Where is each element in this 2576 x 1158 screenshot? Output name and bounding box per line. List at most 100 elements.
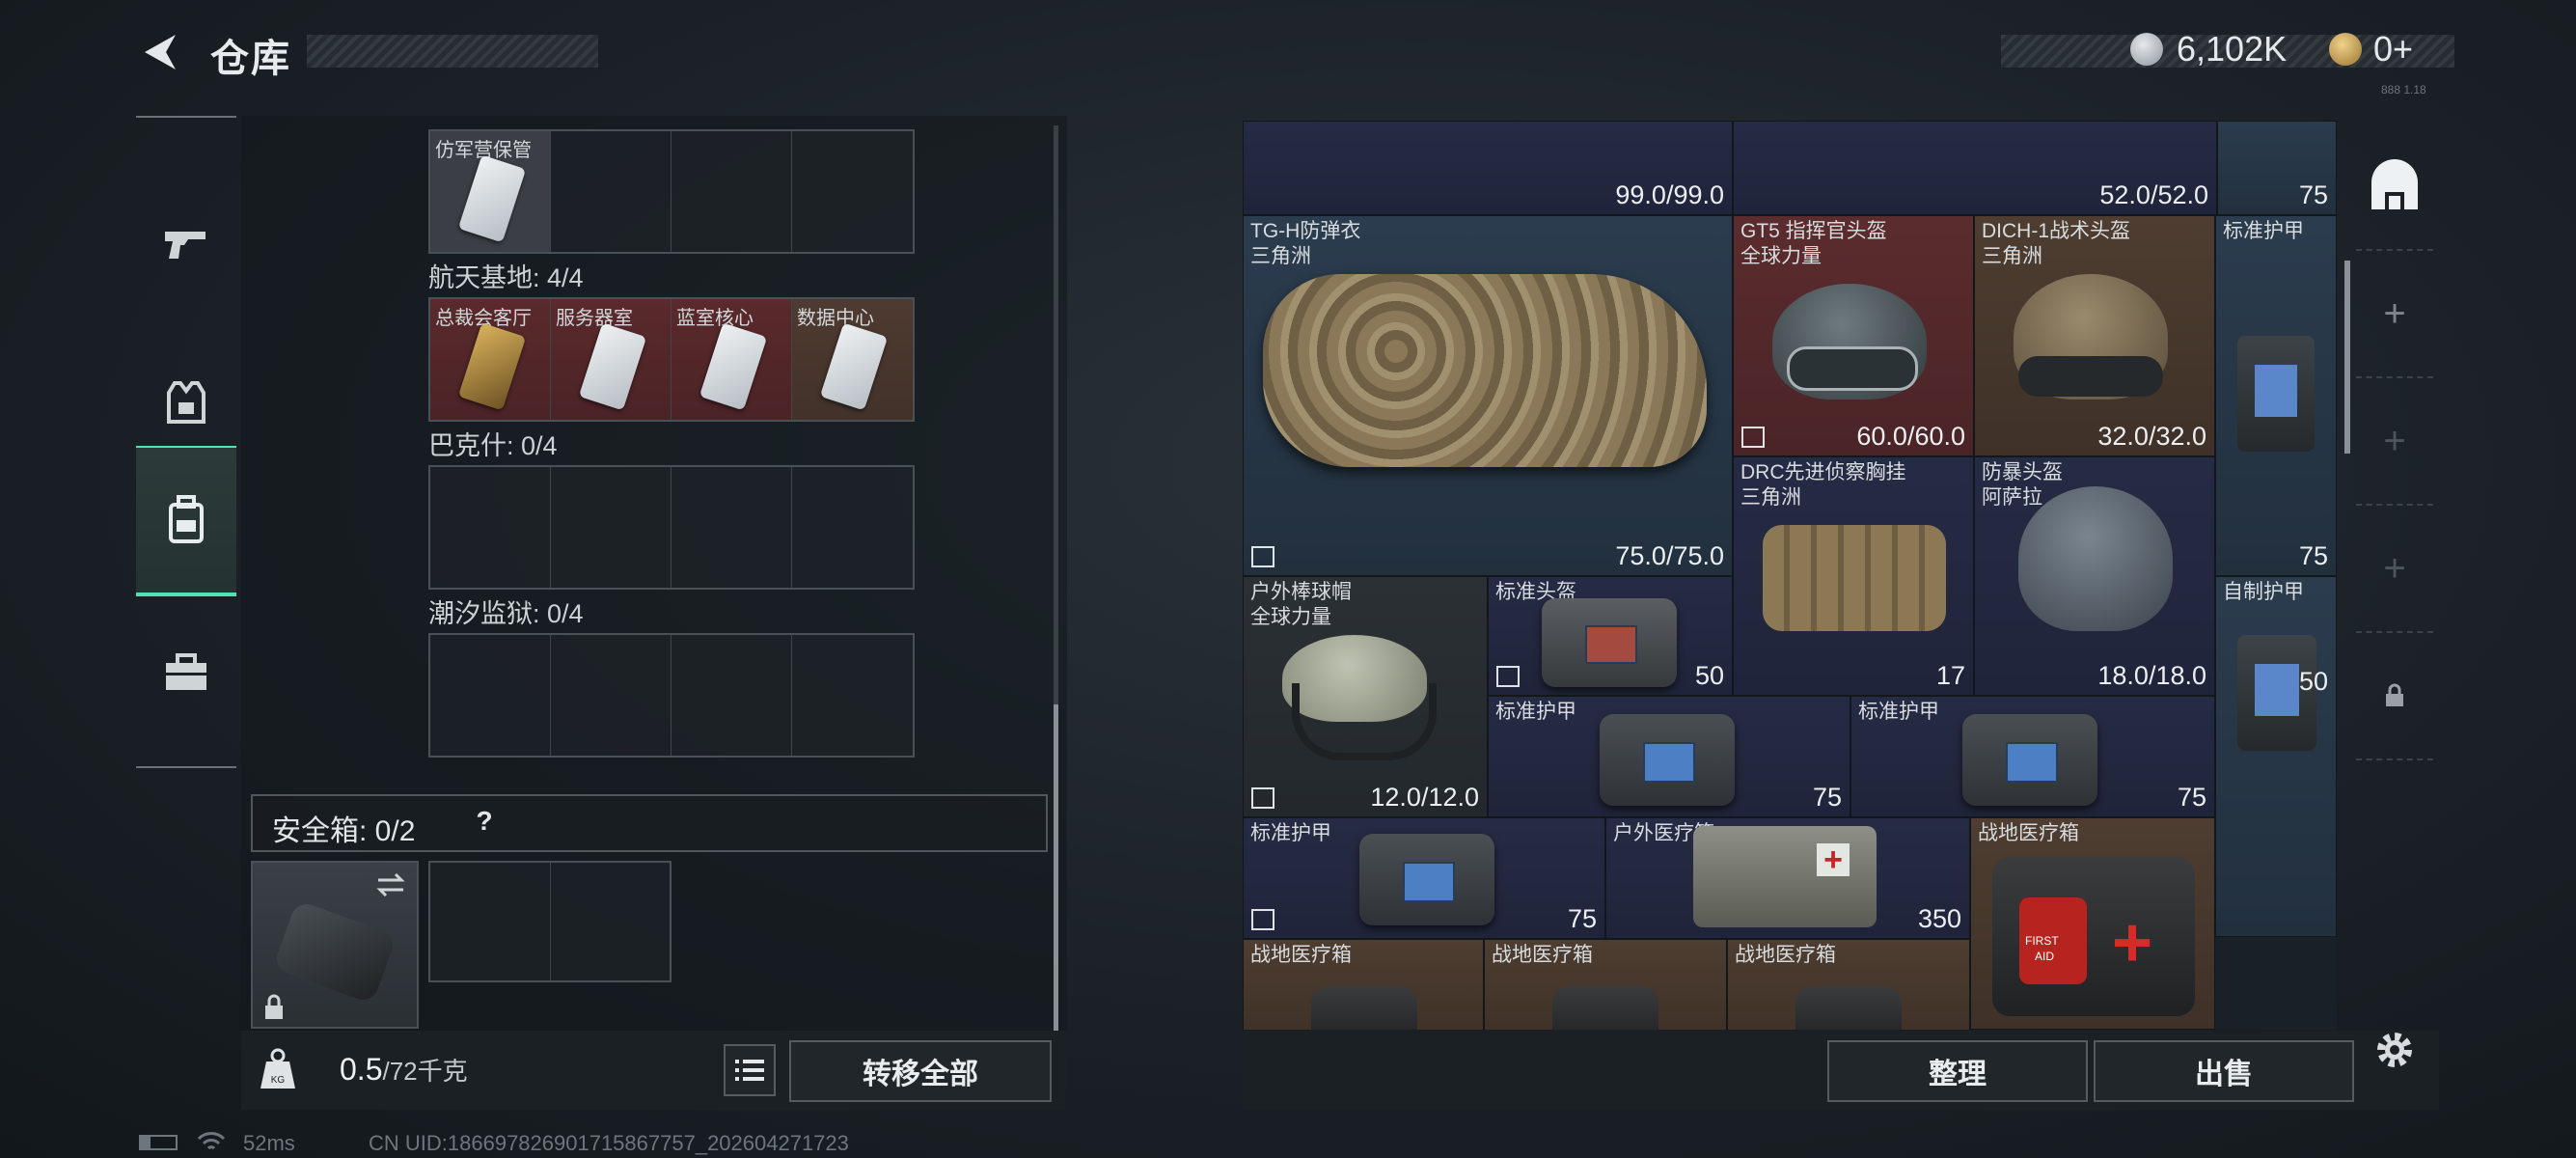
list-view-button[interactable]: [724, 1044, 776, 1096]
item-homemade-armor[interactable]: 自制护甲 50: [2215, 576, 2337, 937]
item-standard-armor[interactable]: 标准护甲 75: [1850, 696, 2215, 817]
currency-gold-amount[interactable]: 0+: [2373, 29, 2413, 69]
key-slot[interactable]: 仿军营保管: [430, 131, 551, 252]
stash-pages-nav: + + +: [2356, 124, 2433, 780]
item-field-medkit[interactable]: 战地医疗箱: [1243, 939, 1484, 1030]
help-icon[interactable]: ?: [465, 802, 504, 841]
key-slot-empty[interactable]: [792, 635, 913, 756]
durability: 75.0/75.0: [1615, 541, 1724, 570]
goggles-image: [1787, 346, 1918, 391]
key-slot-empty[interactable]: [551, 467, 671, 588]
item-name: 战地医疗箱: [1978, 822, 2079, 844]
currency-silver-amount: 6,102K: [2177, 29, 2288, 69]
first-aid-case-image: [1795, 986, 1902, 1030]
stash-page-locked[interactable]: [2356, 633, 2433, 760]
section-label: 潮汐监狱: 0/4: [428, 599, 584, 628]
sort-button[interactable]: 整理: [1827, 1040, 2088, 1102]
back-arrow-icon[interactable]: [137, 29, 183, 75]
key-slot-empty[interactable]: [430, 467, 551, 588]
durability: 18.0/18.0: [2097, 661, 2206, 690]
item-standard-armor[interactable]: 标准护甲 75: [2215, 215, 2337, 576]
capacity: 17: [1935, 661, 1965, 690]
item-outdoor-medkit[interactable]: 户外医疗箱 + 350: [1605, 817, 1970, 939]
swap-icon[interactable]: [374, 870, 407, 899]
first-aid-case-image: FIRST AID +: [1992, 857, 2195, 1016]
item-dich-helmet[interactable]: DICH-1战术头盔 三角洲 32.0/32.0: [1974, 215, 2215, 456]
key-slot[interactable]: 数据中心: [792, 299, 913, 420]
durability: 12.0/12.0: [1370, 783, 1479, 812]
gun-icon: [165, 232, 206, 259]
ping-readout: 52ms: [243, 1131, 295, 1155]
item-name: GT5 指挥官头盔 全球力量: [1740, 220, 1887, 267]
safe-box-grid[interactable]: [428, 861, 671, 982]
item-name: 标准护甲: [2223, 220, 2304, 242]
armor-case-image: [1600, 714, 1735, 806]
key-name: 服务器室: [556, 308, 633, 329]
gold-coin-icon[interactable]: [2329, 33, 2362, 66]
right-scrollbar-thumb[interactable]: [2344, 261, 2350, 454]
no-trade-icon: [1251, 787, 1274, 809]
settings-gear-icon[interactable]: [2371, 1027, 2418, 1073]
lock-icon: [2386, 683, 2403, 706]
key-slot[interactable]: 总裁会客厅: [430, 299, 551, 420]
key-name: 数据中心: [797, 308, 874, 329]
item-gt5-helmet[interactable]: GT5 指挥官头盔 全球力量 60.0/60.0: [1733, 215, 1974, 456]
armor-class: 50: [1694, 661, 1724, 690]
item-top-left[interactable]: 99.0/99.0: [1243, 121, 1733, 215]
armor-class: 75: [1812, 783, 1842, 812]
item-standard-helmet[interactable]: 标准头盔 50: [1488, 576, 1733, 696]
body-armor-image: [1263, 274, 1707, 467]
item-baseball-cap[interactable]: 户外棒球帽 全球力量 12.0/12.0: [1243, 576, 1488, 817]
key-slot-empty[interactable]: [671, 635, 792, 756]
medkit-image: [1693, 826, 1877, 927]
sell-button[interactable]: 出售: [2094, 1040, 2354, 1102]
key-slot-empty[interactable]: [792, 131, 913, 252]
stash-page-main[interactable]: [2356, 124, 2433, 251]
key-slot[interactable]: 服务器室: [551, 299, 671, 420]
nav-weapons[interactable]: [136, 171, 236, 316]
item-name: TG-H防弹衣 三角洲: [1250, 220, 1361, 267]
item-standard-armor[interactable]: 标准护甲 75: [1243, 817, 1605, 939]
version-label: 888 1.18: [2381, 83, 2426, 96]
item-name: 战地医疗箱: [1250, 944, 1352, 966]
armor-class: 75: [2298, 541, 2328, 570]
weight-capacity: /72千克: [382, 1057, 468, 1086]
key-slot-empty[interactable]: [671, 467, 792, 588]
stash-page-add[interactable]: +: [2356, 506, 2433, 633]
storage-icon: [2371, 159, 2418, 209]
key-slot-empty[interactable]: [430, 635, 551, 756]
transfer-all-button[interactable]: 转移全部: [789, 1040, 1052, 1102]
stash-page-add[interactable]: +: [2356, 251, 2433, 378]
item-top-right[interactable]: 75: [2217, 121, 2337, 215]
title-decoration: [307, 35, 598, 68]
key-slot-empty[interactable]: [792, 467, 913, 588]
key-slot-empty[interactable]: [551, 131, 671, 252]
item-drc-chest-rig[interactable]: DRC先进侦察胸挂 三角洲 17: [1733, 456, 1974, 696]
nav-supplies[interactable]: [136, 600, 236, 745]
nav-containers[interactable]: [136, 446, 236, 596]
item-field-medkit[interactable]: 战地医疗箱: [1484, 939, 1727, 1030]
durability: 52.0/52.0: [2099, 180, 2208, 209]
stash-page-add[interactable]: +: [2356, 378, 2433, 506]
svg-text:KG: KG: [271, 1075, 286, 1086]
item-riot-helmet[interactable]: 防暴头盔 阿萨拉 18.0/18.0: [1974, 456, 2215, 696]
helmet-case-image: [1542, 598, 1677, 687]
key-slot-empty[interactable]: [671, 131, 792, 252]
keycard-icon: [819, 322, 889, 411]
item-field-medkit-large[interactable]: 战地医疗箱 FIRST AID +: [1970, 817, 2215, 1030]
armor-class: 75: [2298, 180, 2328, 209]
key-slot[interactable]: 蓝室核心: [671, 299, 792, 420]
vest-icon: [167, 381, 206, 424]
item-standard-armor[interactable]: 标准护甲 75: [1488, 696, 1850, 817]
left-scrollbar-thumb[interactable]: [1054, 704, 1058, 1033]
battery-icon: [139, 1135, 178, 1150]
safe-box-slot[interactable]: [251, 861, 419, 1029]
armor-case-image: [1359, 834, 1494, 925]
key-slot-empty[interactable]: [551, 635, 671, 756]
weight-current: 0.5: [340, 1052, 383, 1087]
item-field-medkit[interactable]: 战地医疗箱: [1727, 939, 1970, 1030]
item-top-mid[interactable]: 52.0/52.0: [1733, 121, 2217, 215]
armor-class: 75: [2177, 783, 2206, 812]
item-tg-h-vest[interactable]: TG-H防弹衣 三角洲 75.0/75.0: [1243, 215, 1733, 576]
safe-box-label: 安全箱: 0/2: [272, 815, 416, 847]
